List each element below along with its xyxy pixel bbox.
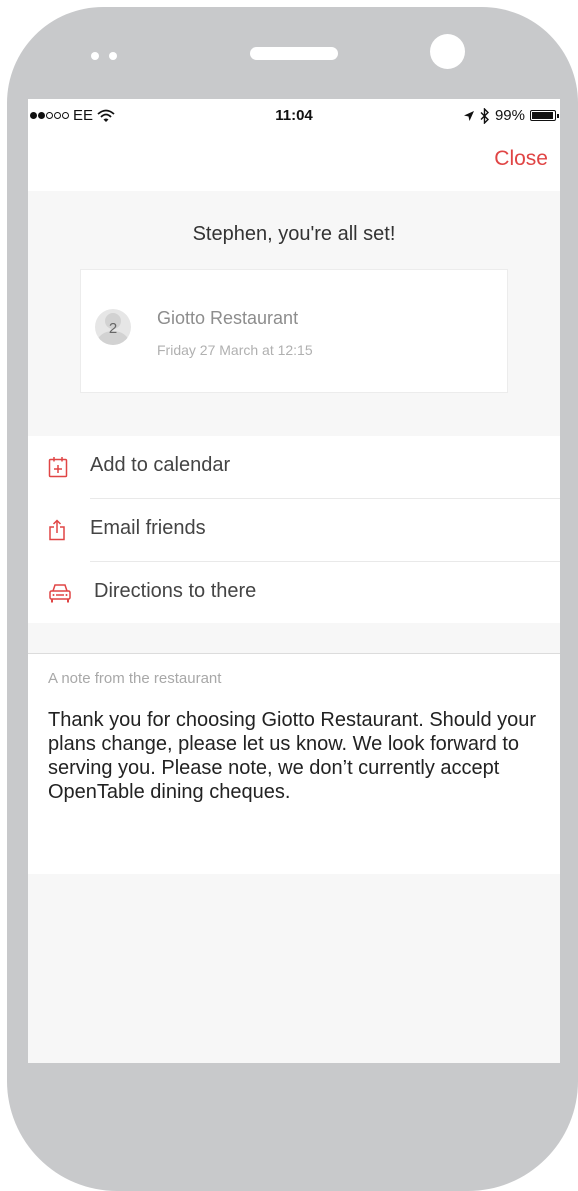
reservation-datetime: Friday 27 March at 12:15 — [157, 342, 313, 358]
speaker-grille — [250, 47, 338, 60]
close-button[interactable]: Close — [494, 147, 548, 171]
directions-button[interactable]: Directions to there — [28, 562, 560, 624]
restaurant-note: A note from the restaurant Thank you for… — [28, 653, 560, 874]
add-to-calendar-label: Add to calendar — [90, 454, 231, 476]
car-icon — [49, 584, 71, 603]
status-bar: EE 11:04 99% — [28, 99, 560, 133]
battery-icon — [530, 110, 559, 121]
bluetooth-icon — [480, 107, 489, 124]
note-body: Thank you for choosing Giotto Restaurant… — [48, 709, 537, 803]
share-icon — [49, 519, 65, 541]
confirmation-title: Stephen, you're all set! — [192, 223, 396, 245]
sensor-dot — [91, 52, 99, 60]
note-title: A note from the restaurant — [48, 670, 222, 687]
directions-label: Directions to there — [94, 580, 257, 602]
restaurant-name: Giotto Restaurant — [157, 308, 299, 328]
front-camera — [430, 34, 465, 69]
action-list: Add to calendar Email friends Directions — [28, 436, 560, 623]
battery-percent: 99% — [494, 107, 525, 124]
app-screen: EE 11:04 99% Close Stephen, you're all s… — [28, 99, 560, 1063]
email-friends-label: Email friends — [90, 517, 206, 539]
party-size: 2 — [108, 320, 118, 337]
add-to-calendar-button[interactable]: Add to calendar — [28, 436, 560, 498]
reservation-card[interactable]: 2 Giotto Restaurant Friday 27 March at 1… — [80, 269, 508, 393]
status-right: 99% — [463, 107, 559, 124]
calendar-add-icon — [48, 457, 68, 478]
sensor-dot — [109, 52, 117, 60]
email-friends-button[interactable]: Email friends — [28, 499, 560, 561]
party-size-avatar: 2 — [95, 309, 131, 345]
nav-bar: Close — [28, 133, 560, 191]
location-arrow-icon — [463, 110, 474, 121]
